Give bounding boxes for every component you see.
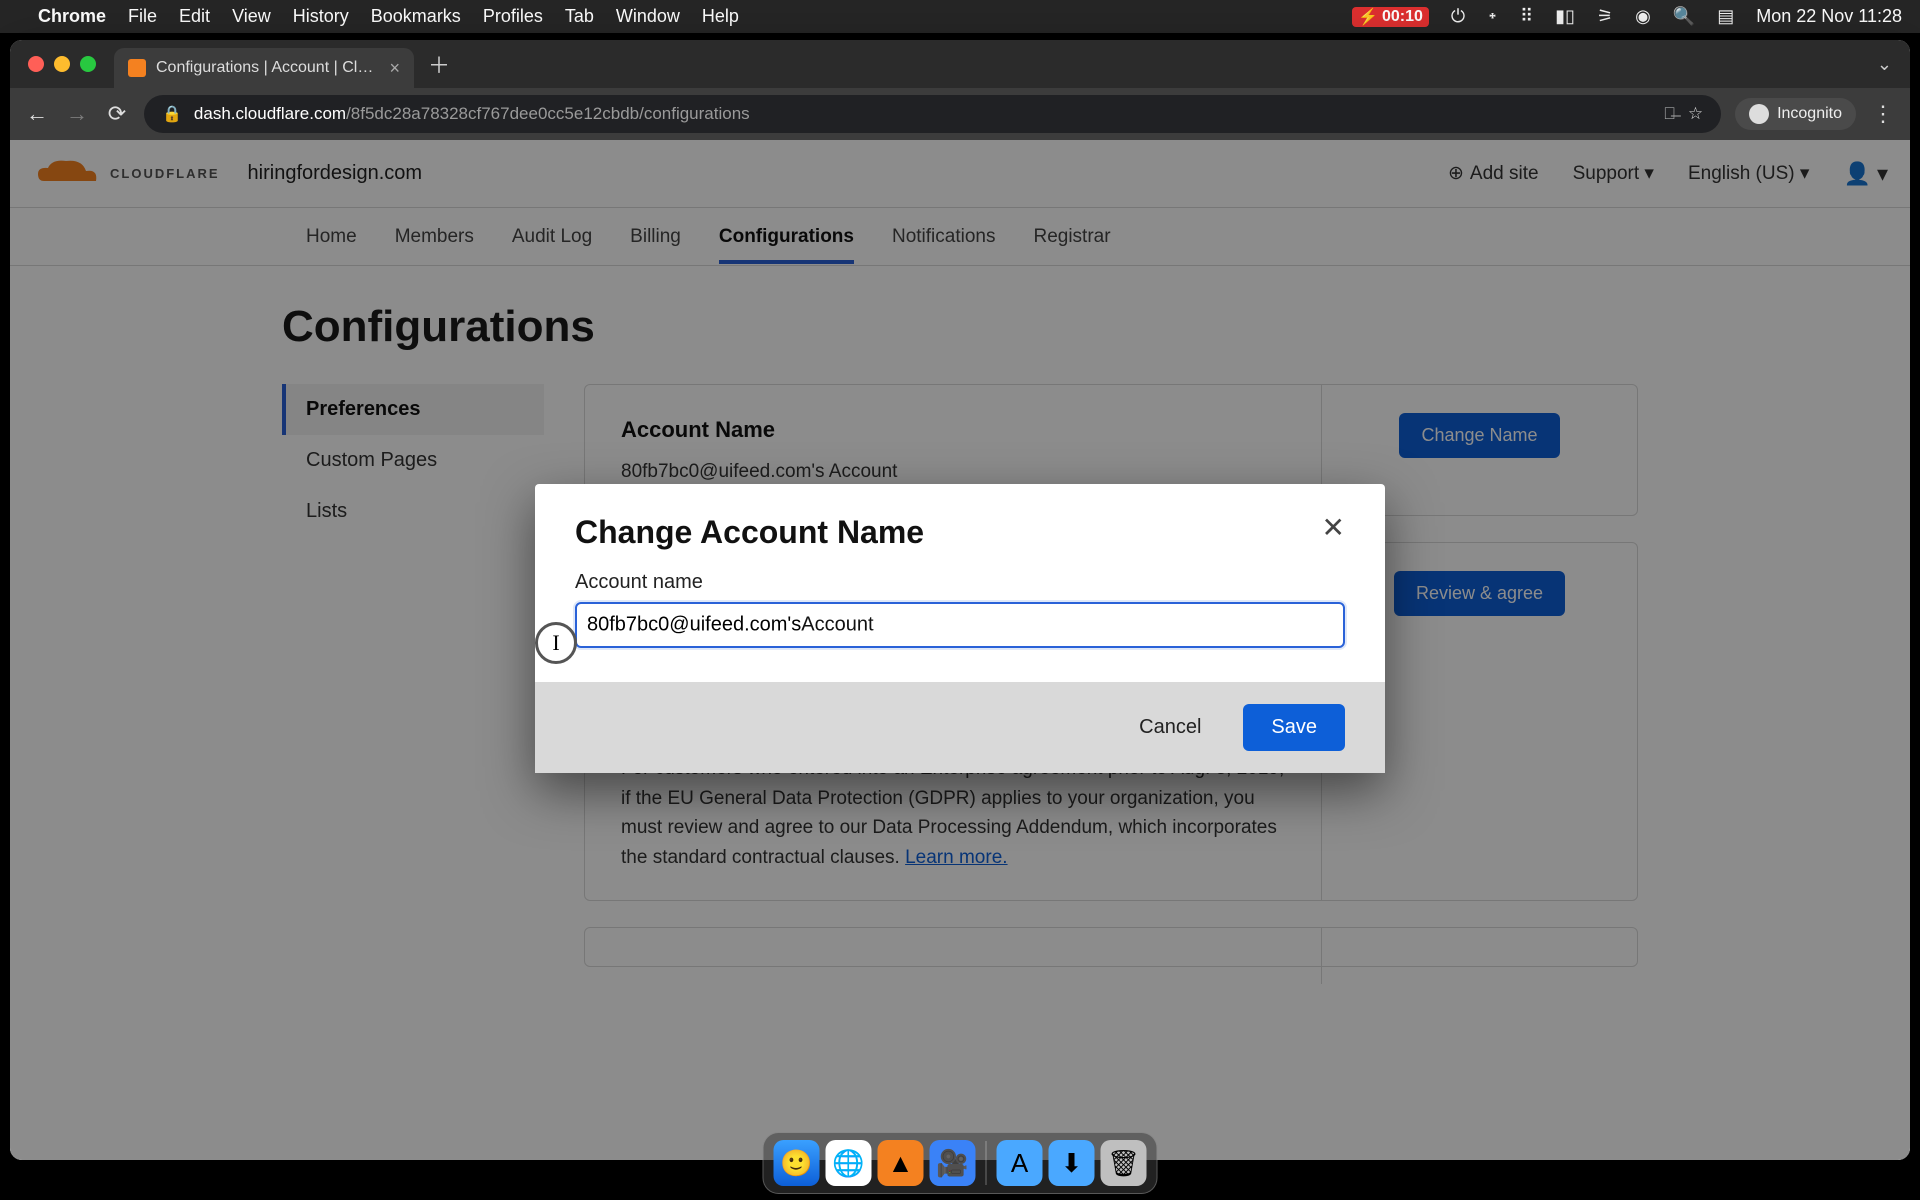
chrome-toolbar: ← → ⟳ 🔒 dash.cloudflare.com/8f5dc28a7832… <box>10 88 1910 140</box>
incognito-icon <box>1749 104 1769 124</box>
tracking-off-icon[interactable]: 👁̶ <box>1663 104 1676 124</box>
dock-chrome[interactable]: 🌐 <box>826 1140 872 1186</box>
battery-icon[interactable]: ▮▯ <box>1555 6 1575 27</box>
lock-icon: 🔒 <box>162 104 182 124</box>
status-icon-1[interactable]: ⏻ <box>1451 6 1465 27</box>
incognito-indicator[interactable]: Incognito <box>1735 98 1856 130</box>
tab-overflow-button[interactable]: ⌄ <box>1877 54 1892 75</box>
save-button[interactable]: Save <box>1243 704 1345 751</box>
dock-app-folder[interactable]: A <box>997 1140 1043 1186</box>
menu-help[interactable]: Help <box>702 6 739 27</box>
dock-zoom[interactable]: 🎥 <box>930 1140 976 1186</box>
dock-separator <box>986 1141 987 1185</box>
account-name-field-label: Account name <box>575 571 1345 594</box>
status-dots-icon[interactable]: ⠿ <box>1520 6 1533 27</box>
dock-finder[interactable]: 🙂 <box>774 1140 820 1186</box>
chrome-menu-button[interactable]: ⋮ <box>1870 101 1896 127</box>
nav-back-button[interactable]: ← <box>24 101 50 127</box>
menu-bookmarks[interactable]: Bookmarks <box>371 6 461 27</box>
bluetooth-icon[interactable]: ᛭ <box>1487 6 1498 27</box>
text-cursor-indicator: I <box>535 622 577 664</box>
menu-view[interactable]: View <box>232 6 271 27</box>
tab-title: Configurations | Account | Clou… <box>156 59 379 77</box>
browser-tab[interactable]: Configurations | Account | Clou… × <box>114 48 414 88</box>
dock-trash[interactable]: 🗑 <box>1101 1140 1147 1186</box>
change-account-name-dialog: Change Account Name ✕ Account name 80fb7… <box>535 484 1385 773</box>
window-zoom-button[interactable] <box>80 56 96 72</box>
control-center-icon[interactable]: ◉ <box>1635 6 1651 27</box>
battery-low-indicator[interactable]: ⚡00:10 <box>1352 7 1429 27</box>
window-close-button[interactable] <box>28 56 44 72</box>
menubar-clock[interactable]: Mon 22 Nov 11:28 <box>1756 6 1902 27</box>
dialog-close-button[interactable]: ✕ <box>1322 514 1345 542</box>
bookmark-star-icon[interactable]: ☆ <box>1688 104 1703 124</box>
app-menu[interactable]: Chrome <box>38 6 106 27</box>
menu-window[interactable]: Window <box>616 6 680 27</box>
menu-edit[interactable]: Edit <box>179 6 210 27</box>
window-controls <box>28 56 96 72</box>
account-name-input-text: 80fb7bc0@uifeed.com's Account <box>587 614 874 637</box>
spotlight-icon[interactable]: 🔍 <box>1673 6 1695 27</box>
dialog-title: Change Account Name <box>575 514 924 551</box>
url-text: dash.cloudflare.com/8f5dc28a78328cf767de… <box>194 104 1651 124</box>
wifi-icon[interactable]: ⚞ <box>1597 6 1613 27</box>
nav-reload-button[interactable]: ⟳ <box>104 101 130 127</box>
nav-forward-button[interactable]: → <box>64 101 90 127</box>
tab-close-button[interactable]: × <box>389 58 400 79</box>
address-bar[interactable]: 🔒 dash.cloudflare.com/8f5dc28a78328cf767… <box>144 95 1721 133</box>
new-tab-button[interactable]: ＋ <box>428 48 450 80</box>
dock-downloads[interactable]: ⬇ <box>1049 1140 1095 1186</box>
macos-menubar: Chrome File Edit View History Bookmarks … <box>0 0 1920 33</box>
window-minimize-button[interactable] <box>54 56 70 72</box>
siri-icon[interactable]: ▤ <box>1717 6 1734 27</box>
menu-profiles[interactable]: Profiles <box>483 6 543 27</box>
cancel-button[interactable]: Cancel <box>1121 704 1219 751</box>
menu-history[interactable]: History <box>293 6 349 27</box>
menu-file[interactable]: File <box>128 6 157 27</box>
menu-tab[interactable]: Tab <box>565 6 594 27</box>
macos-dock: 🙂 🌐 ▲ 🎥 A ⬇ 🗑 <box>763 1132 1158 1194</box>
tab-favicon <box>128 59 146 77</box>
chrome-tab-strip: Configurations | Account | Clou… × ＋ ⌄ <box>10 40 1910 88</box>
dock-vlc[interactable]: ▲ <box>878 1140 924 1186</box>
